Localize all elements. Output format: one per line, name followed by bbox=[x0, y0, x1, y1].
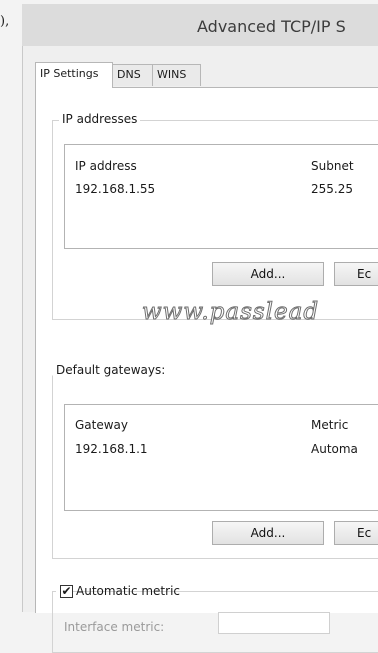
add-ip-button[interactable]: Add... bbox=[212, 262, 324, 286]
tab-dns[interactable]: DNS bbox=[112, 64, 153, 86]
ip-addresses-label: IP addresses bbox=[59, 112, 141, 126]
caption-prefix: ), bbox=[0, 14, 10, 29]
ip-address-value: 192.168.1.55 bbox=[75, 182, 156, 196]
watermark-text: www.passlead bbox=[141, 299, 320, 326]
gateway-value: 192.168.1.1 bbox=[75, 442, 148, 456]
window-title: Advanced TCP/IP S bbox=[197, 17, 346, 36]
ip-address-list[interactable]: IP address Subnet 192.168.1.55 255.25 bbox=[64, 144, 378, 249]
automatic-metric-label: Automatic metric bbox=[76, 584, 180, 598]
automatic-metric-checkbox[interactable]: ✔ bbox=[60, 585, 73, 598]
tab-ip-settings[interactable]: IP Settings bbox=[35, 62, 113, 88]
column-header-gateway[interactable]: Gateway bbox=[75, 418, 128, 432]
metric-value: Automa bbox=[311, 442, 358, 456]
edit-gateway-button[interactable]: Ec bbox=[334, 521, 378, 545]
title-bar: Advanced TCP/IP S bbox=[22, 4, 378, 46]
tab-wins[interactable]: WINS bbox=[152, 64, 201, 86]
column-header-ip-address[interactable]: IP address bbox=[75, 159, 137, 173]
interface-metric-label: Interface metric: bbox=[64, 620, 165, 634]
interface-metric-input[interactable] bbox=[218, 612, 330, 634]
gateway-list[interactable]: Gateway Metric 192.168.1.1 Automa bbox=[64, 404, 378, 511]
automatic-metric-option[interactable]: ✔ Automatic metric bbox=[56, 584, 180, 600]
default-gateways-label: Default gateways: bbox=[53, 363, 169, 377]
add-gateway-button[interactable]: Add... bbox=[212, 521, 324, 545]
subnet-value: 255.25 bbox=[311, 182, 353, 196]
ip-settings-panel: IP addresses IP address Subnet 192.168.1… bbox=[35, 87, 378, 653]
column-header-metric[interactable]: Metric bbox=[311, 418, 348, 432]
dialog-frame: IP Settings DNS WINS IP addresses IP add… bbox=[22, 46, 378, 653]
edit-ip-button[interactable]: Ec bbox=[334, 262, 378, 286]
column-header-subnet[interactable]: Subnet bbox=[311, 159, 354, 173]
